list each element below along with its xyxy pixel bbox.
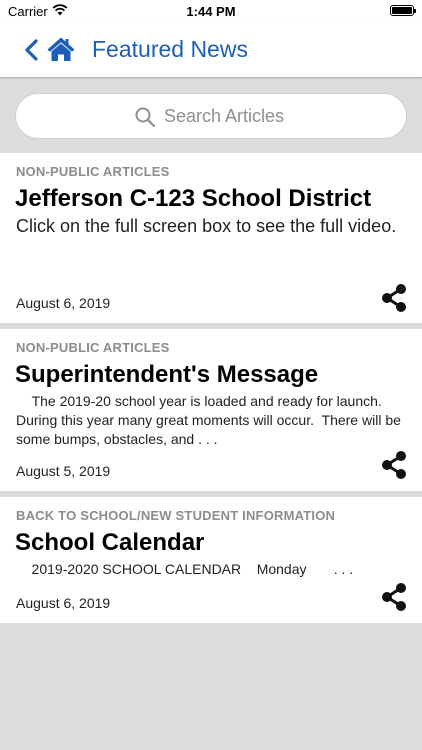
search-placeholder: Search Articles	[164, 106, 285, 126]
article-category: NON-PUBLIC ARTICLES	[16, 340, 170, 355]
article-summary: Click on the full screen box to see the …	[16, 216, 397, 236]
search-input[interactable]: Search Articles	[15, 93, 407, 139]
share-icon[interactable]	[380, 450, 408, 480]
article-date: August 5, 2019	[16, 463, 111, 479]
share-icon[interactable]	[380, 582, 408, 612]
article-title: Jefferson C-123 School District	[15, 185, 372, 212]
article-category: NON-PUBLIC ARTICLES	[16, 164, 170, 179]
status-bar: Carrier 1:44 PM	[0, 0, 422, 22]
article-card[interactable]: BACK TO SCHOOL/NEW STUDENT INFORMATION S…	[0, 497, 422, 623]
article-title: Superintendent's Message	[15, 361, 319, 388]
article-card[interactable]: NON-PUBLIC ARTICLES Superintendent's Mes…	[0, 329, 422, 491]
article-title: School Calendar	[15, 529, 205, 556]
navigation-bar: Featured News	[0, 22, 422, 78]
page-title: Featured News	[92, 36, 248, 62]
search-icon	[135, 107, 156, 128]
article-summary: The 2019-20 school year is loaded and re…	[16, 393, 405, 447]
share-icon[interactable]	[380, 283, 408, 313]
article-category: BACK TO SCHOOL/NEW STUDENT INFORMATION	[16, 508, 336, 523]
article-card[interactable]: NON-PUBLIC ARTICLES Jefferson C-123 Scho…	[0, 153, 422, 323]
chevron-left-icon[interactable]	[22, 38, 40, 62]
article-summary: 2019-2020 SCHOOL CALENDAR Monday . . .	[16, 561, 354, 577]
article-date: August 6, 2019	[16, 295, 111, 311]
battery-icon	[390, 5, 416, 16]
search-section: Search Articles	[0, 79, 422, 153]
article-date: August 6, 2019	[16, 595, 111, 611]
home-icon[interactable]	[46, 36, 76, 62]
status-time: 1:44 PM	[186, 4, 236, 19]
